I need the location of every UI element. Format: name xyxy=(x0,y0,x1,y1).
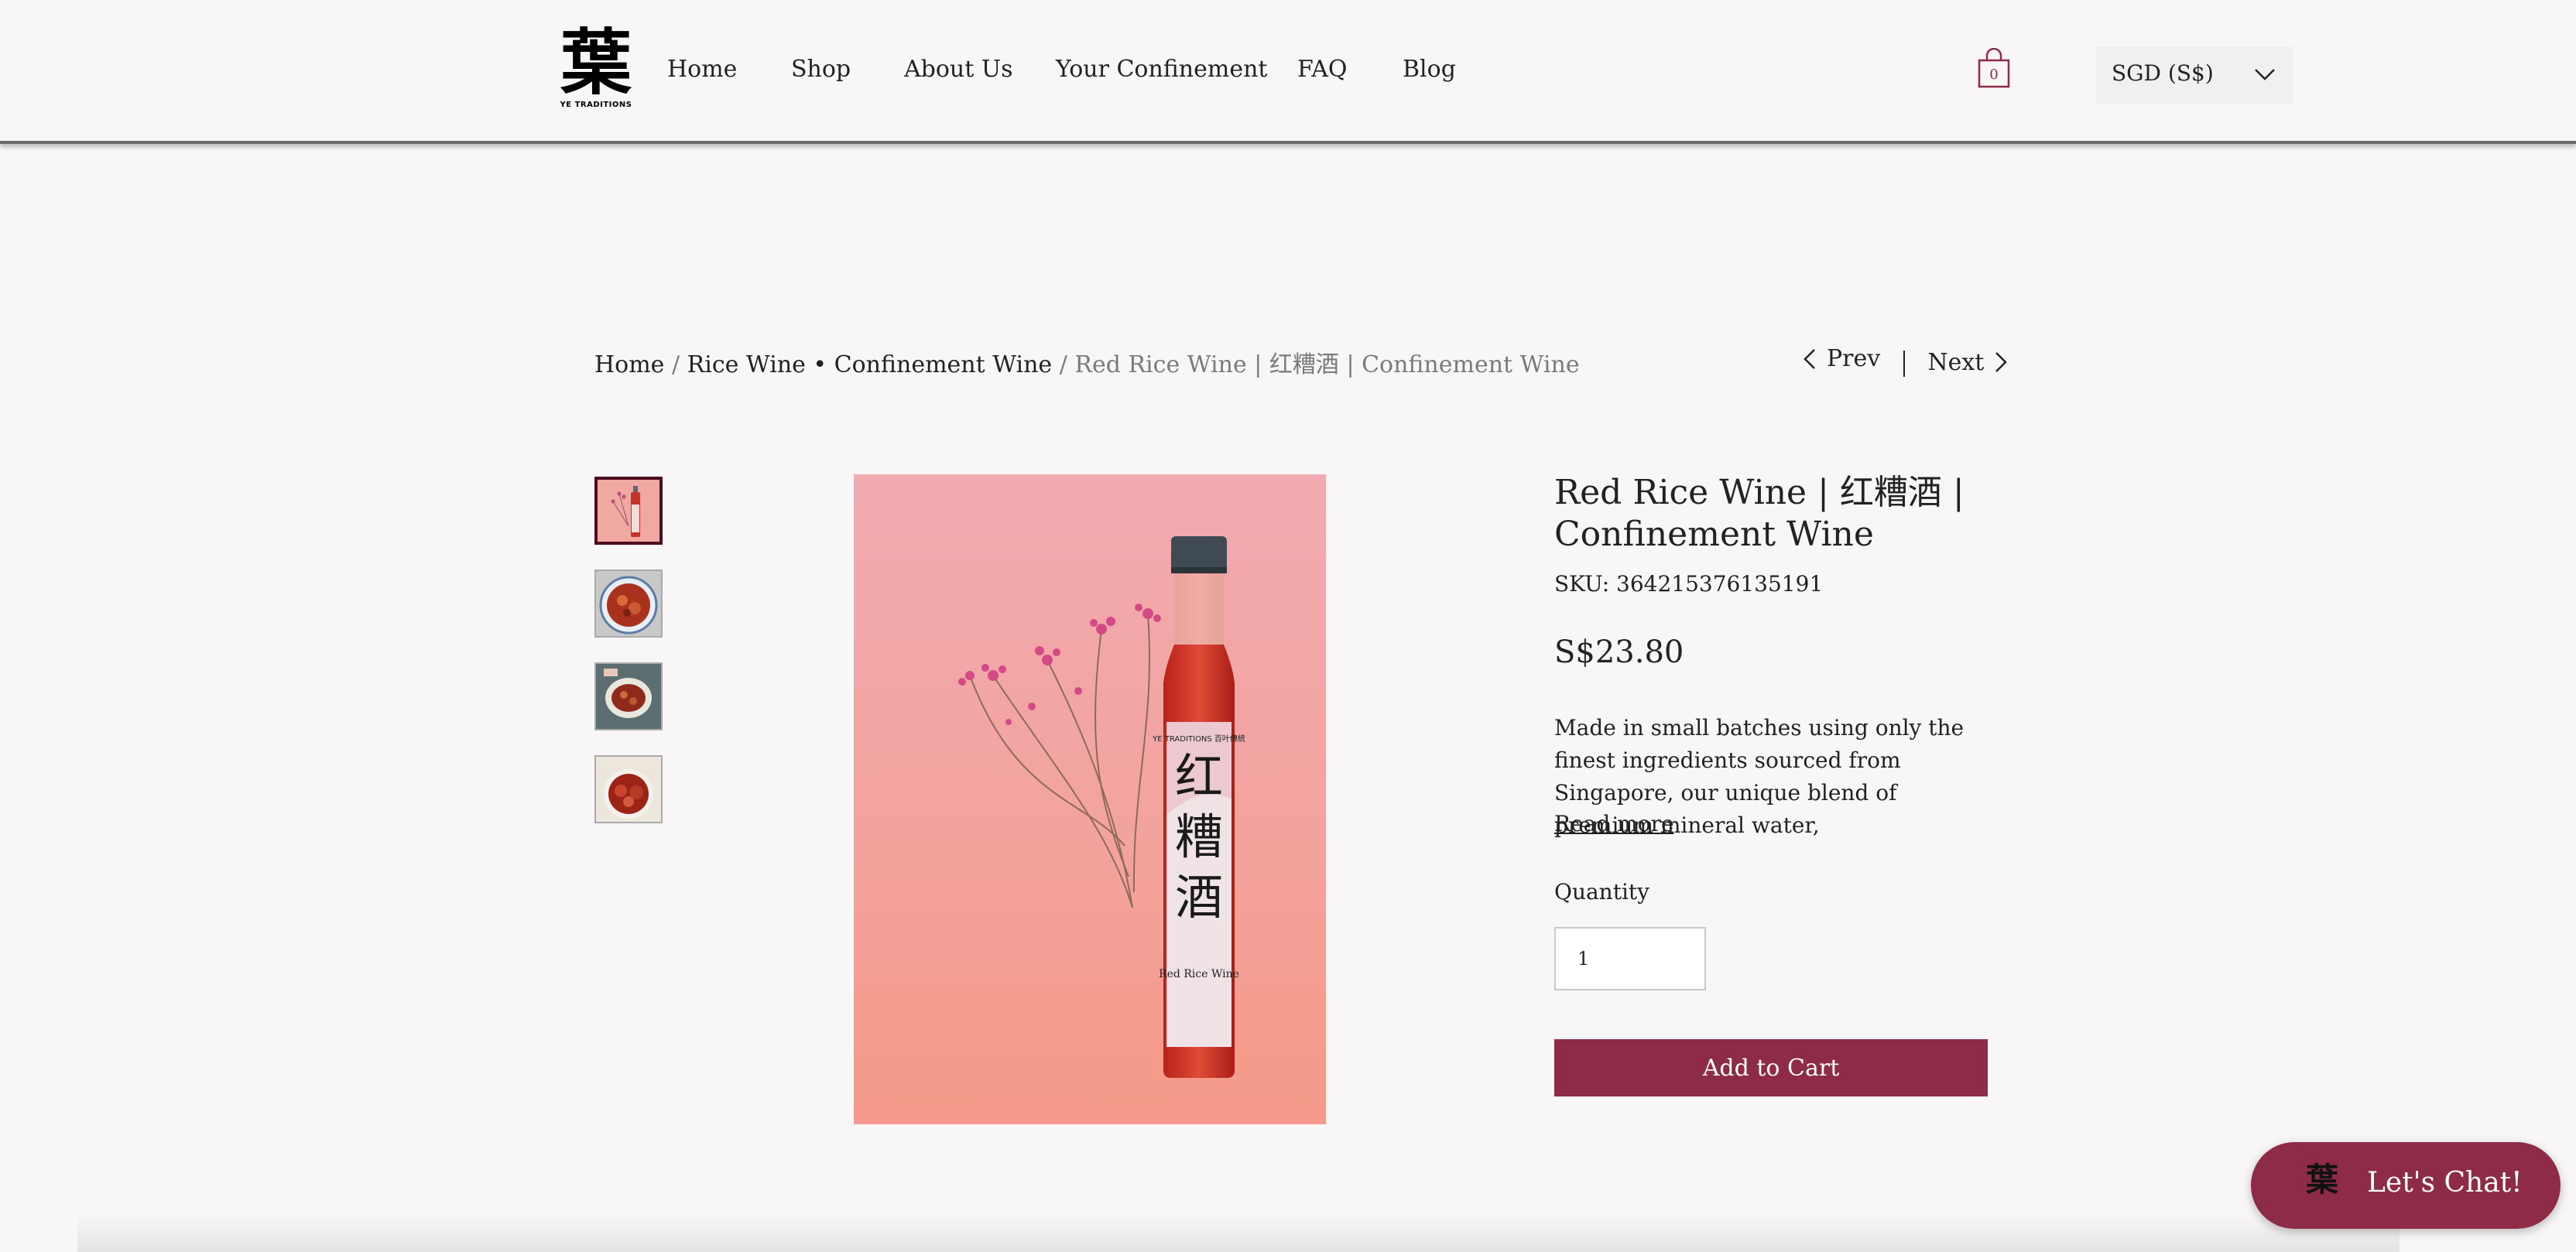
bottle-thumbnail-image xyxy=(598,480,659,542)
breadcrumb-separator: / xyxy=(1059,351,1067,378)
chat-button[interactable]: 葉 Let's Chat! xyxy=(2251,1142,2561,1229)
dish-thumbnail-image xyxy=(596,757,661,822)
breadcrumb-category[interactable]: Rice Wine • Confinement Wine xyxy=(687,351,1053,378)
read-more-link[interactable]: Read more xyxy=(1554,811,1674,836)
bottle-thumbnail[interactable] xyxy=(594,477,663,545)
bottle-name-text: Red Rice Wine xyxy=(1159,968,1239,980)
breadcrumb-home[interactable]: Home xyxy=(594,351,664,378)
chevron-left-icon xyxy=(1804,348,1815,369)
product-sku: SKU: 364215376135191 xyxy=(1554,571,1824,597)
brand-logo[interactable]: 葉 YE TRADITIONS xyxy=(557,26,635,113)
bottle-char: 红 xyxy=(1175,748,1223,805)
prev-label: Prev xyxy=(1827,345,1881,372)
product-title: Red Rice Wine | 红糟酒 | Confinement Wine xyxy=(1554,473,1965,554)
breadcrumb-current: Red Rice Wine | 红糟酒 | Confinement Wine xyxy=(1074,351,1580,378)
quantity-label: Quantity xyxy=(1554,879,1649,905)
cart-count: 0 xyxy=(1989,67,1999,83)
chevron-right-icon xyxy=(1995,352,2008,372)
red-rice-wine-bottle-image: YE TRADITIONS 百叶傳統 红 糟 酒 Red Rice Wine xyxy=(854,474,1326,1124)
logo-glyph: 葉 xyxy=(560,22,632,104)
dish-thumbnail-1[interactable] xyxy=(594,570,663,638)
pager-divider xyxy=(1903,350,1905,377)
nav-home[interactable]: Home xyxy=(667,56,737,83)
quantity-input[interactable] xyxy=(1554,927,1706,990)
breadcrumb: Home / Rice Wine • Confinement Wine / Re… xyxy=(594,345,1580,379)
nav-your-confinement[interactable]: Your Confinement xyxy=(1056,56,1267,83)
nav-faq[interactable]: FAQ xyxy=(1297,56,1347,83)
bottle-char: 糟 xyxy=(1175,809,1223,865)
next-button[interactable]: Next xyxy=(1927,348,2008,376)
dish-thumbnail-image xyxy=(596,571,661,636)
dish-thumbnail-2[interactable] xyxy=(594,662,663,730)
nav-shop[interactable]: Shop xyxy=(791,56,851,83)
prev-button[interactable]: Prev xyxy=(1804,345,1880,372)
chevron-down-icon xyxy=(2255,69,2275,80)
product-main-image[interactable]: YE TRADITIONS 百叶傳統 红 糟 酒 Red Rice Wine xyxy=(854,474,1326,1124)
dish-thumbnail-image xyxy=(596,664,661,729)
next-label: Next xyxy=(1927,348,1985,376)
product-price: S$23.80 xyxy=(1554,635,1684,670)
product-pager: Prev Next xyxy=(1804,345,2008,377)
cart-button[interactable]: 0 xyxy=(1978,47,2010,88)
currency-selector[interactable]: SGD (S$) xyxy=(2096,46,2293,104)
page-bottom-shadow xyxy=(77,1213,2400,1252)
nav-blog[interactable]: Blog xyxy=(1403,56,1456,83)
currency-value: SGD (S$) xyxy=(2112,60,2214,86)
nav-about-us[interactable]: About Us xyxy=(904,56,1013,83)
chat-label: Let's Chat! xyxy=(2367,1167,2523,1199)
dish-thumbnail-3[interactable] xyxy=(594,755,663,823)
chat-logo: 葉 xyxy=(2305,1161,2339,1199)
logo-subtitle: YE TRADITIONS xyxy=(560,101,632,109)
chat-logo-glyph: 葉 xyxy=(2305,1161,2338,1199)
bottle-brand-text: YE TRADITIONS 百叶傳統 xyxy=(1152,734,1245,744)
add-to-cart-button[interactable]: Add to Cart xyxy=(1554,1039,1988,1096)
breadcrumb-separator: / xyxy=(671,351,680,378)
bottle-char: 酒 xyxy=(1175,869,1223,925)
